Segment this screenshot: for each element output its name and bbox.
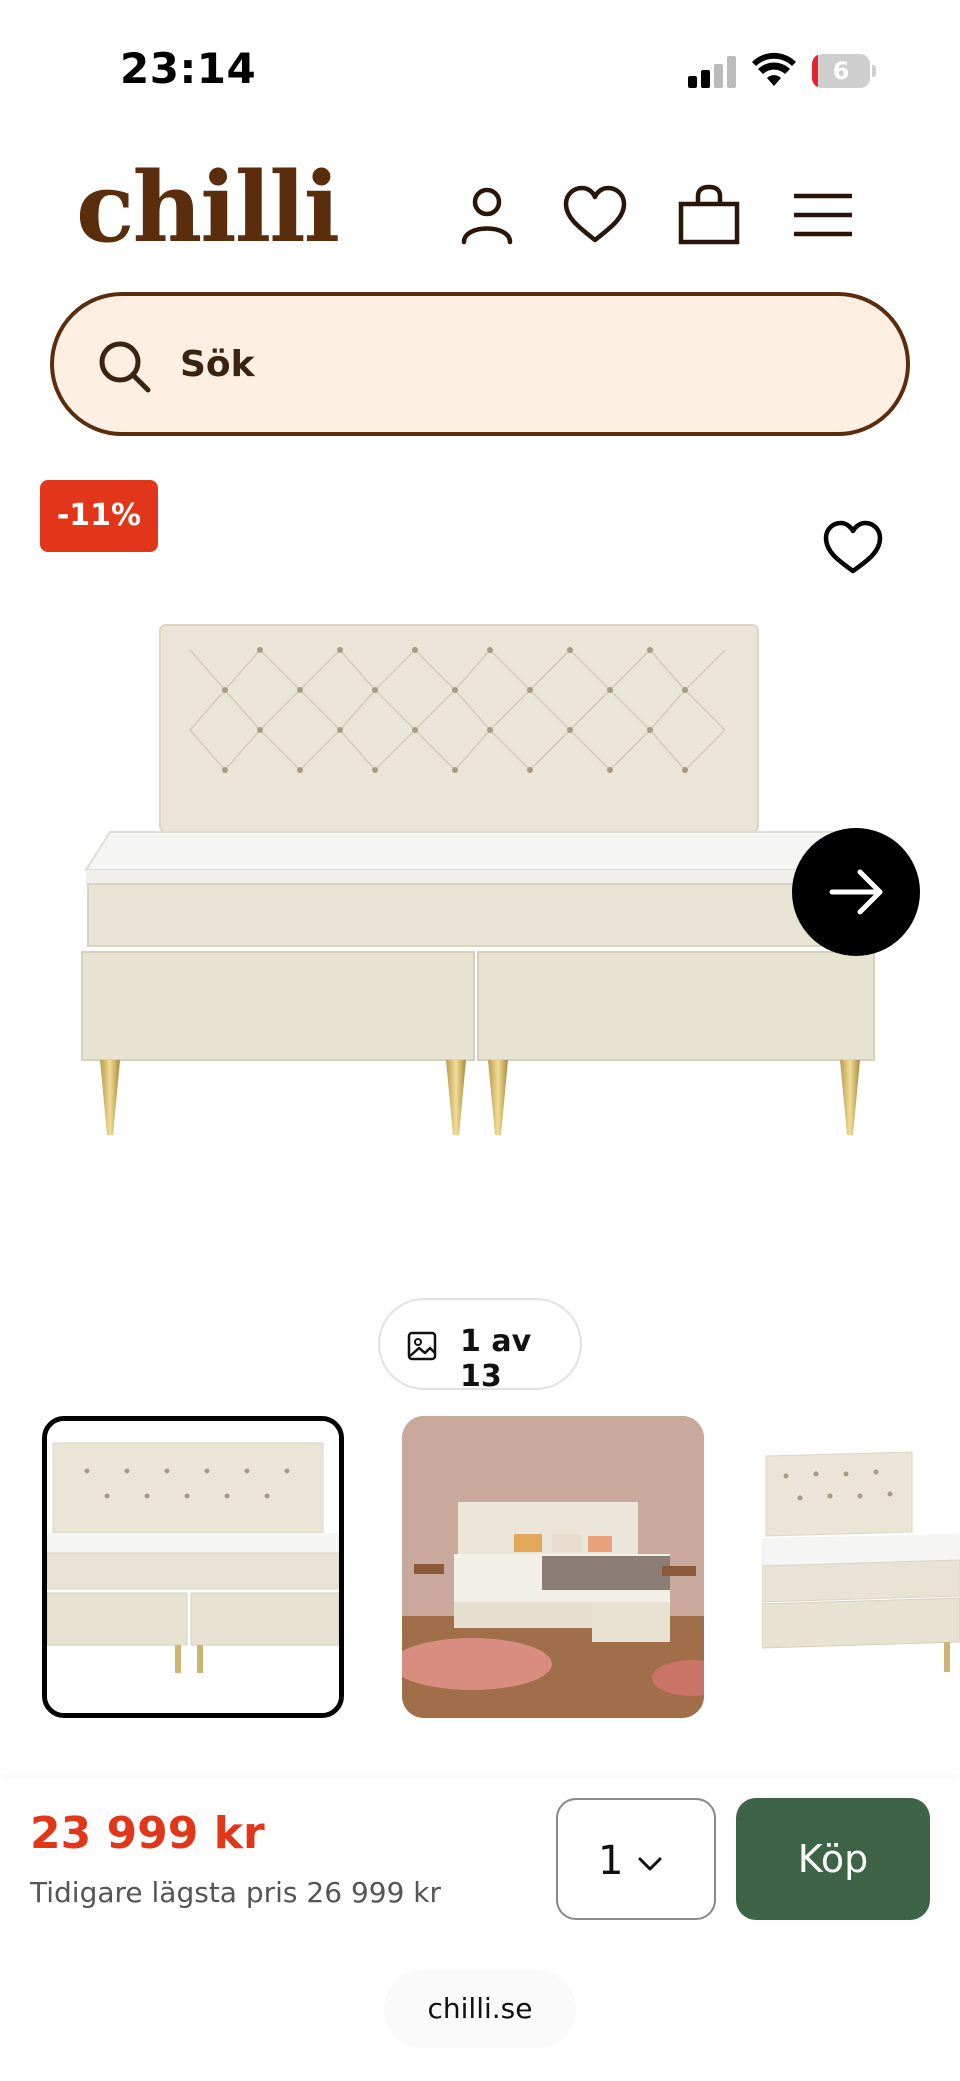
image-counter-text: 1 av 13 [460, 1324, 532, 1394]
buy-button[interactable]: Köp [736, 1798, 930, 1920]
wishlist-button[interactable] [560, 180, 630, 250]
search-input[interactable] [180, 332, 780, 396]
image-icon [407, 1331, 437, 1361]
chevron-down-icon [638, 1857, 662, 1871]
cellular-signal-icon [688, 56, 738, 88]
search-bar[interactable] [50, 292, 910, 436]
bag-icon [678, 184, 740, 245]
product-main-image[interactable] [60, 600, 900, 1180]
quantity-select[interactable]: 1 [556, 1798, 716, 1920]
thumbnail-3[interactable] [762, 1416, 960, 1718]
discount-badge: -11% [40, 480, 158, 552]
battery-level: 6 [832, 57, 850, 85]
user-icon [461, 187, 513, 245]
browser-url[interactable]: chilli.se [384, 1970, 576, 2048]
thumbnail-2[interactable] [402, 1416, 704, 1718]
thumbnail-1[interactable] [42, 1416, 344, 1718]
search-icon [99, 341, 151, 393]
heart-icon [563, 185, 627, 243]
thumbnail-bed-angle-image [762, 1416, 960, 1718]
battery-icon: 6 [812, 54, 876, 88]
menu-icon [794, 193, 852, 237]
thumbnail-room-image [402, 1416, 704, 1718]
favorite-heart-icon[interactable] [822, 518, 884, 576]
next-image-button[interactable] [792, 828, 920, 956]
arrow-right-icon [829, 869, 883, 915]
status-bar: 23:14 6 [0, 0, 960, 130]
account-button[interactable] [452, 180, 522, 250]
cart-button[interactable] [674, 180, 744, 250]
quantity-value: 1 [598, 1838, 624, 1884]
image-counter[interactable]: 1 av 13 [378, 1298, 582, 1394]
thumbnail-bed-image [47, 1421, 339, 1713]
current-price: 23 999 kr [30, 1808, 265, 1859]
previous-lowest-price: Tidigare lägsta pris 26 999 kr [30, 1876, 442, 1909]
wifi-icon [752, 52, 796, 86]
menu-button[interactable] [788, 180, 858, 250]
status-time: 23:14 [120, 44, 257, 93]
chilli-logo[interactable]: chilli [76, 160, 340, 256]
